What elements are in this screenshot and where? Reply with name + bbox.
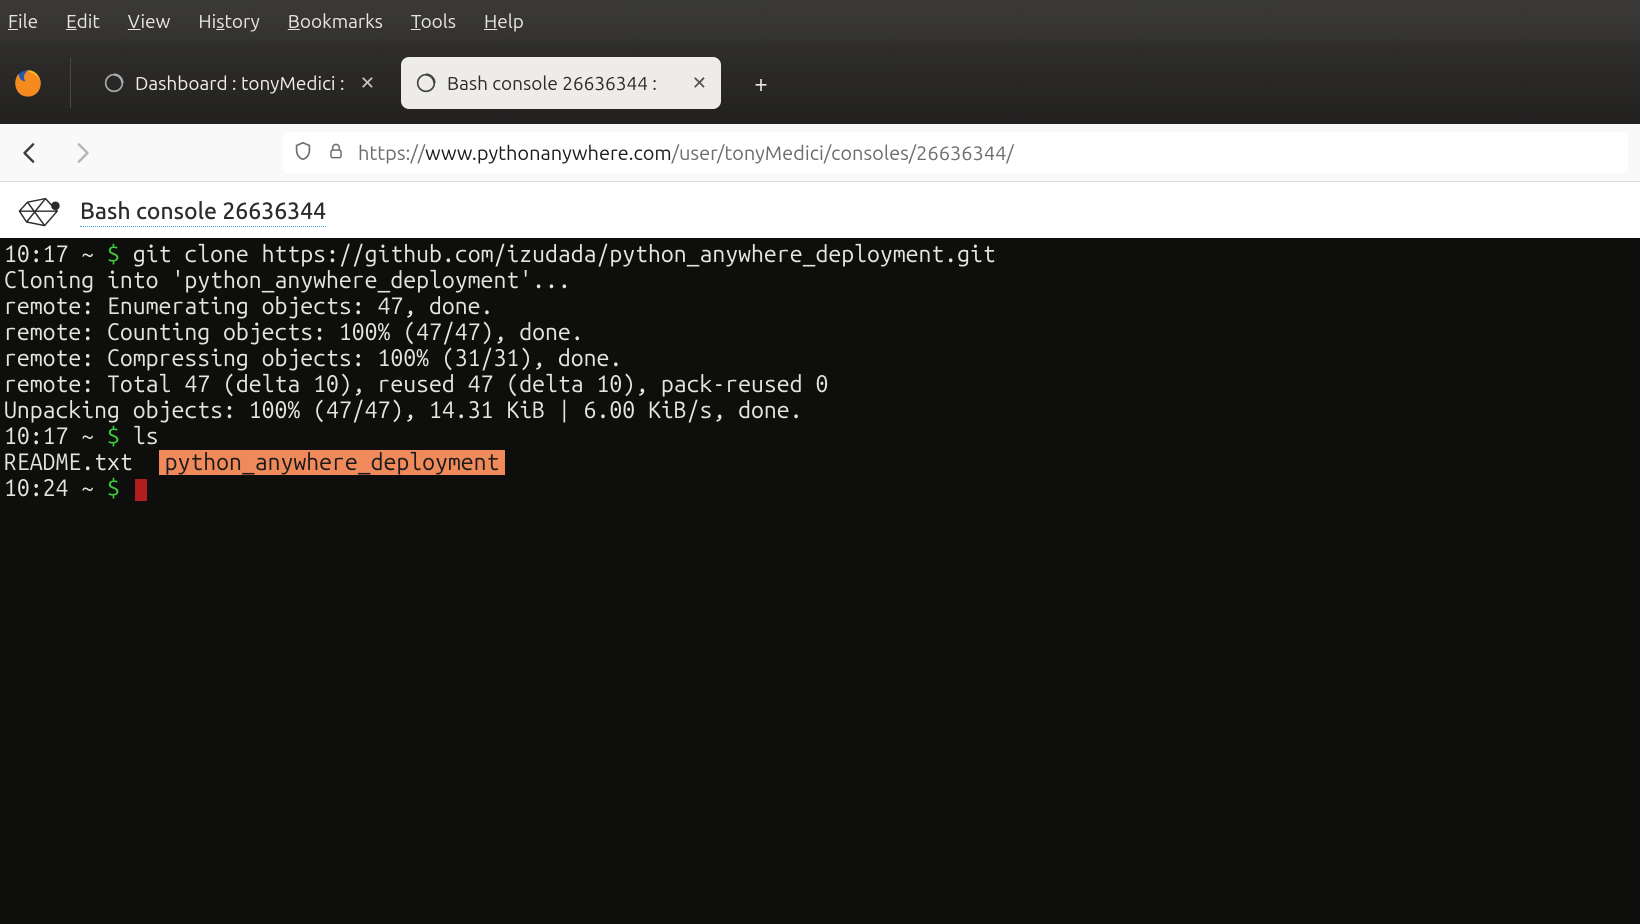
menu-bar: File Edit View History Bookmarks Tools H…	[0, 0, 1640, 42]
firefox-icon[interactable]	[8, 63, 48, 103]
menu-view[interactable]: View	[128, 10, 171, 32]
terminal-line: 10:17 ~ $ ls	[4, 424, 1636, 450]
tab-bash-console[interactable]: Bash console 26636344 : ✕	[401, 57, 721, 109]
terminal-line: Cloning into 'python_anywhere_deployment…	[4, 268, 1636, 294]
page-header: Bash console 26636344	[0, 182, 1640, 238]
menu-help[interactable]: Help	[484, 10, 524, 32]
menu-bookmarks[interactable]: Bookmarks	[288, 10, 383, 32]
pythonanywhere-logo-icon[interactable]	[14, 194, 68, 232]
lock-icon[interactable]	[326, 141, 346, 165]
pythonanywhere-favicon	[103, 72, 125, 94]
terminal-line: 10:17 ~ $ git clone https://github.com/i…	[4, 242, 1636, 268]
tab-separator	[70, 58, 71, 108]
menu-file[interactable]: File	[8, 10, 38, 32]
menu-history[interactable]: History	[198, 10, 259, 32]
terminal-line: remote: Compressing objects: 100% (31/31…	[4, 346, 1636, 372]
terminal-line: remote: Enumerating objects: 47, done.	[4, 294, 1636, 320]
new-tab-button[interactable]: +	[741, 63, 781, 103]
menu-edit[interactable]: Edit	[66, 10, 100, 32]
terminal-line: remote: Counting objects: 100% (47/47), …	[4, 320, 1636, 346]
url-text: https://www.pythonanywhere.com/user/tony…	[358, 141, 1014, 164]
terminal-line: remote: Total 47 (delta 10), reused 47 (…	[4, 372, 1636, 398]
terminal[interactable]: 10:17 ~ $ git clone https://github.com/i…	[0, 238, 1640, 924]
directory-highlight: python_anywhere_deployment	[159, 450, 506, 475]
nav-toolbar: https://www.pythonanywhere.com/user/tony…	[0, 124, 1640, 182]
tab-strip: Dashboard : tonyMedici : ✕ Bash console …	[0, 42, 1640, 124]
forward-button[interactable]	[62, 134, 100, 172]
close-icon[interactable]: ✕	[692, 73, 707, 94]
shield-icon[interactable]	[292, 140, 314, 166]
tab-label: Bash console 26636344 :	[447, 72, 682, 94]
tab-label: Dashboard : tonyMedici :	[135, 72, 350, 94]
terminal-line: Unpacking objects: 100% (47/47), 14.31 K…	[4, 398, 1636, 424]
terminal-line: README.txt python_anywhere_deployment	[4, 450, 1636, 476]
menu-tools[interactable]: Tools	[411, 10, 456, 32]
terminal-cursor	[135, 479, 147, 501]
terminal-line: 10:24 ~ $	[4, 476, 1636, 502]
pythonanywhere-favicon	[415, 72, 437, 94]
tab-dashboard[interactable]: Dashboard : tonyMedici : ✕	[89, 57, 389, 109]
back-button[interactable]	[12, 134, 50, 172]
page-title[interactable]: Bash console 26636344	[80, 199, 326, 227]
close-icon[interactable]: ✕	[360, 73, 375, 94]
url-bar[interactable]: https://www.pythonanywhere.com/user/tony…	[282, 132, 1628, 174]
